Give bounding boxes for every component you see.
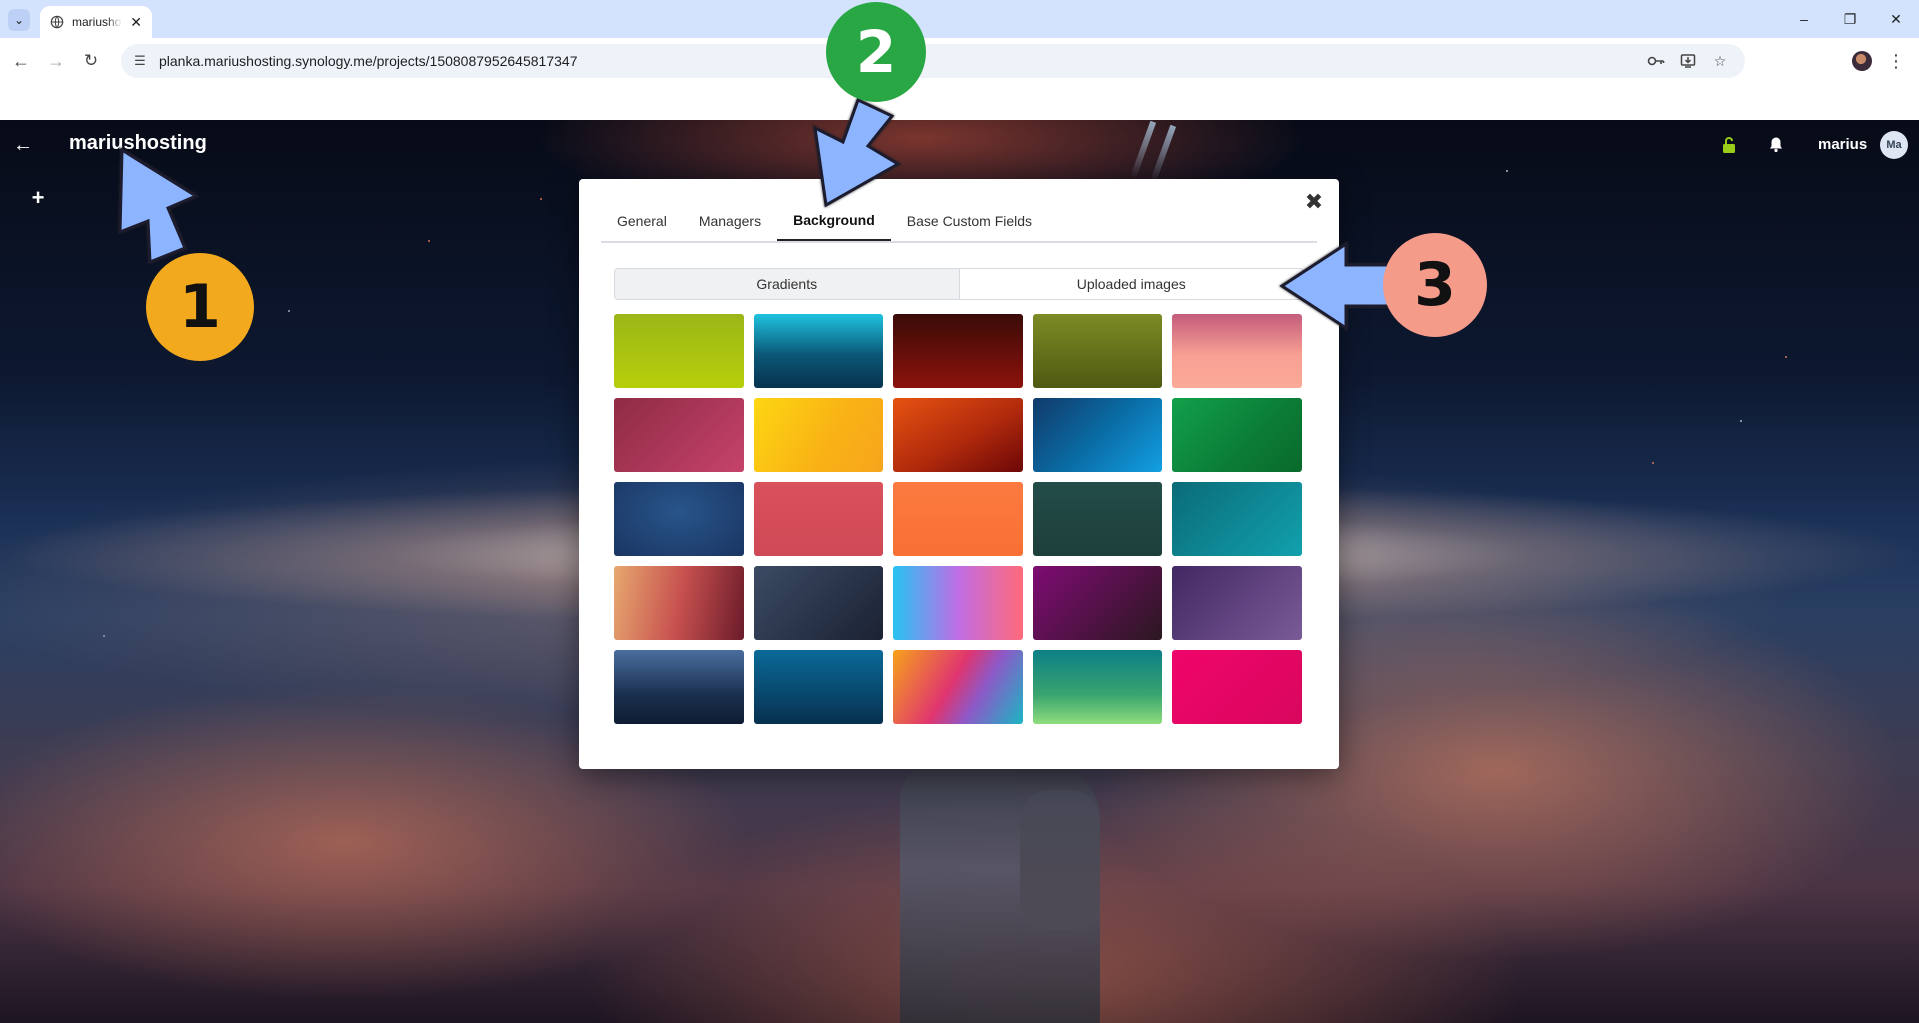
gradient-swatch-19[interactable]	[1032, 566, 1163, 640]
close-tab-icon[interactable]: ✕	[130, 14, 142, 31]
tab-background[interactable]: Background	[777, 201, 891, 241]
gradient-swatch-18[interactable]	[893, 566, 1023, 640]
key-icon[interactable]	[1645, 50, 1667, 72]
tab-search-button[interactable]: ⌄	[8, 9, 30, 31]
gradient-swatch-15[interactable]	[1172, 482, 1302, 556]
reload-icon[interactable]: ↻	[80, 50, 102, 72]
project-settings-modal: ✖ General Managers Background Base Custo…	[579, 179, 1339, 769]
uploaded-images-button[interactable]: Uploaded images	[960, 269, 1304, 299]
tab-managers[interactable]: Managers	[683, 201, 777, 241]
user-avatar[interactable]: Ma	[1880, 131, 1908, 159]
gradient-swatch-17[interactable]	[753, 566, 884, 640]
gradient-swatch-23[interactable]	[893, 650, 1023, 724]
site-settings-icon[interactable]: ☰	[131, 52, 149, 70]
gradient-swatch-22[interactable]	[753, 650, 884, 724]
window-controls: – ❐ ✕	[1781, 0, 1919, 38]
install-app-icon[interactable]	[1677, 50, 1699, 72]
gradient-swatch-20[interactable]	[1172, 566, 1302, 640]
annotation-badge-2: 2	[826, 2, 926, 102]
more-menu-icon[interactable]: ⋮	[1886, 49, 1906, 73]
gradient-swatch-9[interactable]	[1032, 398, 1163, 472]
profile-avatar[interactable]	[1852, 51, 1872, 71]
browser-content-top	[0, 84, 1919, 120]
gradient-swatch-10[interactable]	[1172, 398, 1302, 472]
project-header: ← mariushosting marius Ma	[0, 120, 1919, 170]
browser-tab-title: mariushosting	[72, 15, 122, 29]
settings-tabs: General Managers Background Base Custom …	[601, 201, 1317, 243]
back-icon[interactable]: ←	[10, 50, 32, 72]
bell-icon[interactable]	[1766, 134, 1786, 154]
gradient-swatch-16[interactable]	[614, 566, 744, 640]
gradients-button[interactable]: Gradients	[615, 269, 960, 299]
address-bar[interactable]: ☰ planka.mariushosting.synology.me/proje…	[121, 44, 1745, 78]
user-name[interactable]: marius	[1818, 136, 1867, 153]
gradient-swatch-21[interactable]	[614, 650, 744, 724]
add-board-plus-icon[interactable]: +	[28, 187, 48, 209]
restore-icon[interactable]: ❐	[1827, 0, 1873, 38]
gradient-swatch-1[interactable]	[614, 314, 744, 388]
gradient-swatch-24[interactable]	[1032, 650, 1163, 724]
tab-general[interactable]: General	[601, 201, 683, 241]
gradient-swatch-5[interactable]	[1172, 314, 1302, 388]
gradient-grid	[614, 314, 1304, 724]
gradient-swatch-4[interactable]	[1032, 314, 1163, 388]
browser-tab[interactable]: mariushosting ✕	[40, 6, 152, 38]
minimize-icon[interactable]: –	[1781, 0, 1827, 38]
forward-icon[interactable]: →	[45, 50, 67, 72]
bookmark-star-icon[interactable]: ☆	[1709, 50, 1731, 72]
gradient-swatch-8[interactable]	[893, 398, 1023, 472]
gradient-swatch-3[interactable]	[893, 314, 1023, 388]
globe-icon	[50, 15, 64, 29]
chevron-down-icon: ⌄	[13, 13, 25, 27]
gradient-swatch-14[interactable]	[1032, 482, 1163, 556]
robot-illustration	[900, 760, 1100, 1023]
background-type-toggle: Gradients Uploaded images	[614, 268, 1304, 300]
annotation-badge-1: 1	[146, 253, 254, 361]
gradient-swatch-6[interactable]	[614, 398, 744, 472]
unlock-icon[interactable]	[1719, 135, 1739, 155]
gradient-swatch-11[interactable]	[614, 482, 744, 556]
annotation-badge-3: 3	[1383, 233, 1487, 337]
gradient-swatch-12[interactable]	[753, 482, 884, 556]
project-title[interactable]: mariushosting	[69, 132, 207, 155]
tab-base-custom-fields[interactable]: Base Custom Fields	[891, 201, 1048, 241]
browser-toolbar: ← → ↻ ☰ planka.mariushosting.synology.me…	[0, 38, 1919, 84]
back-arrow-icon[interactable]: ←	[12, 134, 34, 156]
gradient-swatch-7[interactable]	[753, 398, 884, 472]
gradient-swatch-13[interactable]	[893, 482, 1023, 556]
gradient-swatch-25[interactable]	[1172, 650, 1302, 724]
browser-tab-strip: ⌄ mariushosting ✕ – ❐ ✕	[0, 0, 1919, 38]
close-window-icon[interactable]: ✕	[1873, 0, 1919, 38]
gradient-swatch-2[interactable]	[753, 314, 884, 388]
